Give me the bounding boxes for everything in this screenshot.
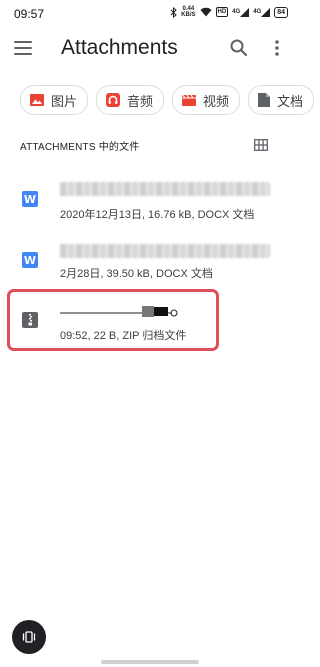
zip-archive-icon [22, 312, 38, 328]
signal-1-label: 4G [232, 9, 241, 15]
page-title: Attachments [61, 36, 178, 59]
chip-images[interactable]: 图片 [20, 85, 89, 115]
home-indicator[interactable] [101, 660, 199, 664]
chip-label: 文档 [277, 93, 304, 109]
word-doc-icon: W [22, 191, 38, 207]
app-bar: Attachments [0, 28, 300, 70]
section-title: ATTACHMENTS 中的文件 [20, 142, 140, 153]
search-icon[interactable] [229, 38, 249, 58]
image-icon [30, 94, 44, 106]
menu-icon[interactable] [14, 40, 32, 56]
word-doc-icon: W [22, 252, 38, 268]
file-meta: 2月28日, 39.50 kB, DOCX 文档 [60, 268, 213, 280]
chip-video[interactable]: 视频 [172, 85, 241, 115]
signal-icon-2: 4G [253, 7, 271, 17]
signal-2-label: 4G [253, 9, 262, 15]
file-name-redacted [60, 244, 270, 258]
grid-view-icon[interactable] [254, 138, 268, 151]
floating-action-button[interactable] [12, 620, 46, 654]
net-speed-unit: KB/S [181, 12, 196, 18]
video-icon [182, 94, 197, 106]
audio-icon [106, 93, 121, 107]
file-name-redacted [60, 182, 270, 196]
more-vert-icon[interactable] [273, 39, 281, 57]
status-bar: 09:57 0.44 KB/S HD 4G 4G 84 [0, 0, 300, 28]
battery-icon: 84 [274, 6, 288, 18]
file-row[interactable]: 09:52, 22 B, ZIP 归档文件 [0, 292, 300, 348]
chip-label: 音频 [127, 93, 154, 109]
signal-icon-1: 4G [232, 7, 250, 17]
chip-label: 图片 [51, 93, 78, 109]
screen-rotate-icon [22, 631, 36, 643]
filter-chips: 图片 音频 视频 文档 [20, 85, 315, 115]
bluetooth-icon [170, 6, 177, 18]
wifi-icon [200, 7, 212, 17]
chip-label: 视频 [203, 93, 230, 109]
status-time: 09:57 [14, 7, 45, 21]
document-icon [258, 93, 271, 107]
chip-documents[interactable]: 文档 [248, 85, 315, 115]
hd-icon: HD [215, 7, 229, 17]
file-name-redacted [60, 304, 180, 317]
file-meta: 2020年12月13日, 16.76 kB, DOCX 文档 [60, 209, 255, 221]
file-row[interactable]: W 2020年12月13日, 16.76 kB, DOCX 文档 [0, 175, 300, 231]
file-row[interactable]: W 2月28日, 39.50 kB, DOCX 文档 [0, 234, 300, 290]
file-meta: 09:52, 22 B, ZIP 归档文件 [60, 330, 187, 342]
net-speed-indicator: 0.44 KB/S [181, 6, 195, 18]
chip-audio[interactable]: 音频 [96, 85, 165, 115]
